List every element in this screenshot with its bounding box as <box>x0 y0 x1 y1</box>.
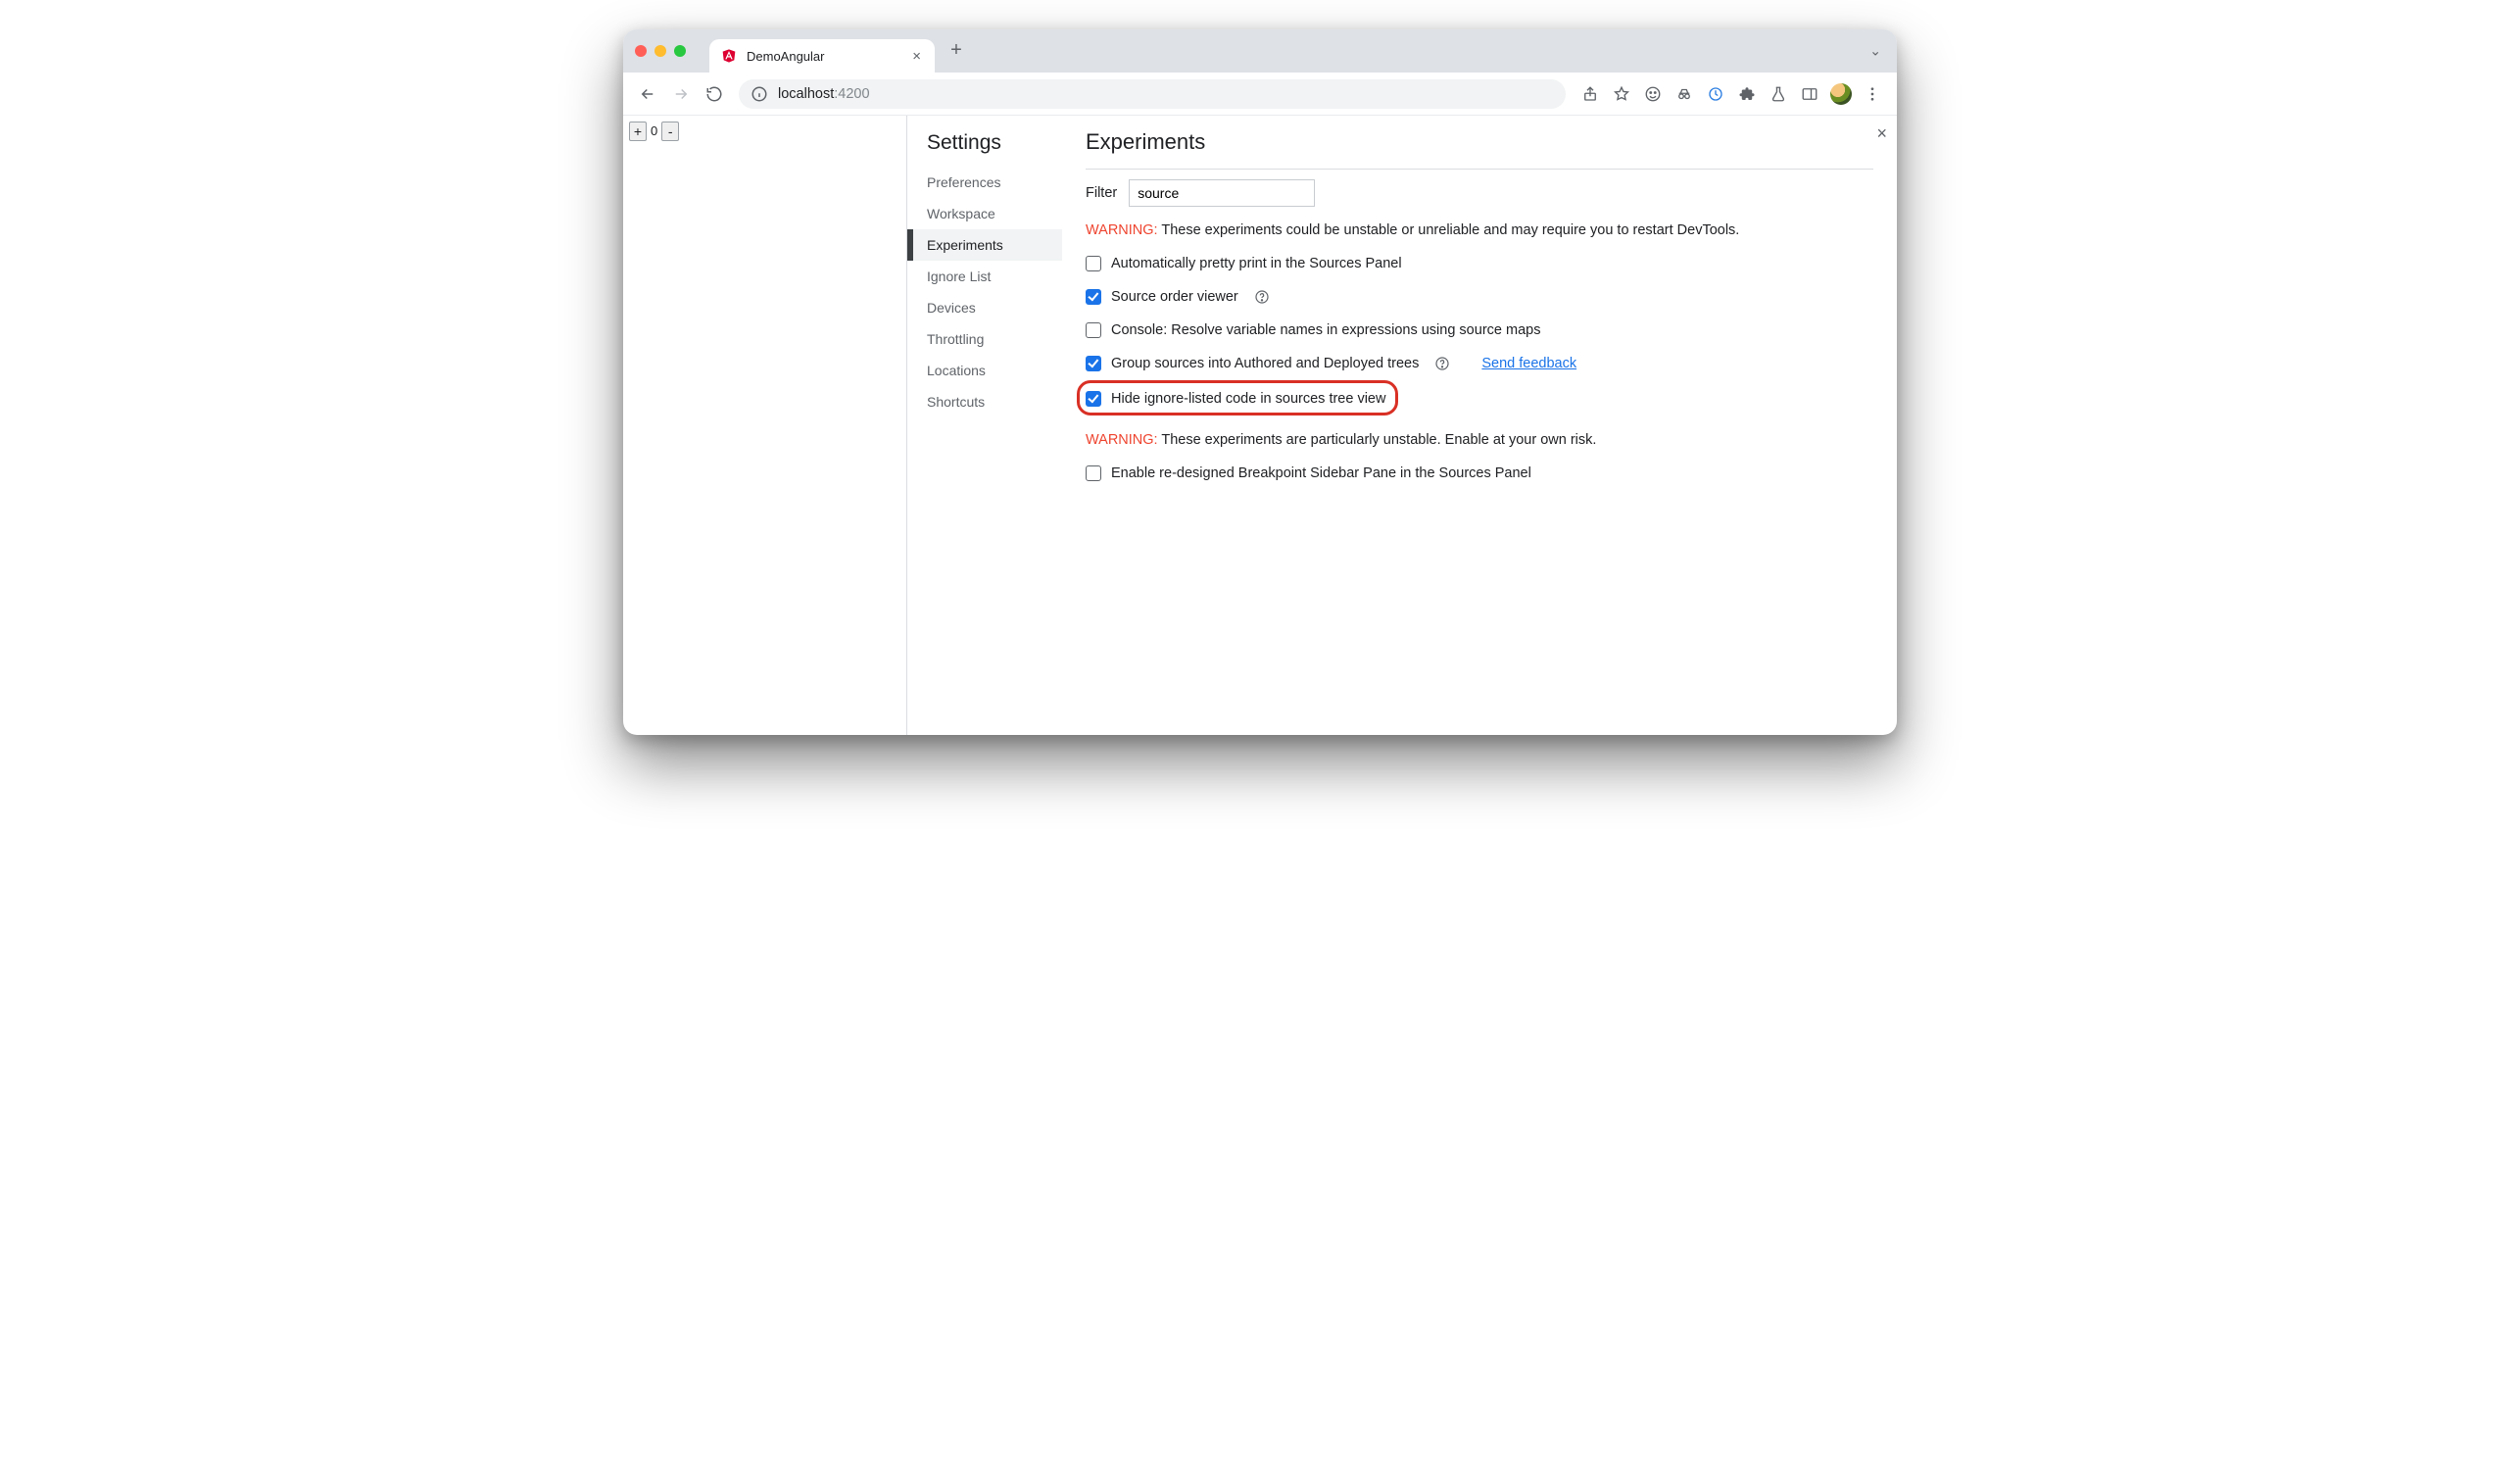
devtools-settings-panel: × Settings PreferencesWorkspaceExperimen… <box>907 116 1897 735</box>
reload-button[interactable] <box>700 79 729 109</box>
experiment-checkbox[interactable] <box>1086 391 1101 407</box>
extensions-puzzle-icon[interactable] <box>1732 79 1762 109</box>
experiment-checkbox[interactable] <box>1086 256 1101 271</box>
increment-button[interactable]: + <box>629 122 647 141</box>
experiment-label: Group sources into Authored and Deployed… <box>1111 356 1419 371</box>
experiment-checkbox[interactable] <box>1086 465 1101 481</box>
new-tab-button[interactable]: + <box>943 36 970 64</box>
address-bar[interactable]: localhost:4200 <box>739 79 1566 109</box>
settings-nav: PreferencesWorkspaceExperimentsIgnore Li… <box>907 167 1062 417</box>
close-window-button[interactable] <box>635 45 647 57</box>
minimize-window-button[interactable] <box>654 45 666 57</box>
experiments-list-unstable: Enable re-designed Breakpoint Sidebar Pa… <box>1086 465 1873 481</box>
angular-icon <box>721 48 737 64</box>
labs-flask-icon[interactable] <box>1764 79 1793 109</box>
experiment-label: Console: Resolve variable names in expre… <box>1111 322 1540 338</box>
side-panel-icon[interactable] <box>1795 79 1824 109</box>
experiment-label: Source order viewer <box>1111 289 1238 305</box>
browser-tab-active[interactable]: DemoAngular × <box>709 39 935 73</box>
experiment-checkbox[interactable] <box>1086 322 1101 338</box>
filter-input[interactable] <box>1129 179 1315 207</box>
settings-nav-item[interactable]: Throttling <box>907 323 1062 355</box>
share-icon[interactable] <box>1575 79 1605 109</box>
warning-prefix: WARNING: <box>1086 432 1158 448</box>
experiments-list: Automatically pretty print in the Source… <box>1086 256 1873 409</box>
settings-nav-item[interactable]: Experiments <box>907 229 1062 261</box>
settings-nav-item[interactable]: Devices <box>907 292 1062 323</box>
settings-nav-item[interactable]: Locations <box>907 355 1062 386</box>
url-text: localhost:4200 <box>778 86 870 102</box>
warning-text: These experiments could be unstable or u… <box>1158 222 1740 238</box>
decrement-button[interactable]: - <box>661 122 679 141</box>
heading-divider <box>1086 169 1873 170</box>
settings-main: Experiments Filter WARNING: These experi… <box>1062 116 1897 735</box>
experiment-row: Console: Resolve variable names in expre… <box>1086 322 1873 338</box>
experiments-heading: Experiments <box>1086 129 1873 155</box>
filter-label: Filter <box>1086 185 1117 201</box>
experiment-row: Automatically pretty print in the Source… <box>1086 256 1873 271</box>
experiment-label: Automatically pretty print in the Source… <box>1111 256 1402 271</box>
settings-sidebar: Settings PreferencesWorkspaceExperiments… <box>907 116 1062 735</box>
warning-secondary: WARNING: These experiments are particula… <box>1086 430 1873 452</box>
toolbar-actions <box>1575 79 1887 109</box>
tab-strip: DemoAngular × + ⌄ <box>623 29 1897 73</box>
settings-nav-item[interactable]: Ignore List <box>907 261 1062 292</box>
page-counter-widget: + 0 - <box>623 116 907 735</box>
viewport: + 0 - × Settings PreferencesWorkspaceExp… <box>623 116 1897 735</box>
incognito-icon[interactable] <box>1670 79 1699 109</box>
experiment-checkbox[interactable] <box>1086 356 1101 371</box>
settings-close-button[interactable]: × <box>1876 123 1887 144</box>
feedback-link[interactable]: Send feedback <box>1481 356 1576 371</box>
extension-face-icon[interactable] <box>1638 79 1668 109</box>
browser-toolbar: localhost:4200 <box>623 73 1897 116</box>
settings-title: Settings <box>927 131 1062 155</box>
bookmark-star-icon[interactable] <box>1607 79 1636 109</box>
settings-nav-item[interactable]: Preferences <box>907 167 1062 198</box>
settings-nav-item[interactable]: Workspace <box>907 198 1062 229</box>
chrome-menu-icon[interactable] <box>1858 79 1887 109</box>
counter-value: 0 <box>649 122 659 141</box>
warning-prefix: WARNING: <box>1086 222 1158 238</box>
experiment-row: Source order viewer <box>1086 289 1873 305</box>
browser-window: DemoAngular × + ⌄ localhost:4200 <box>623 29 1897 735</box>
site-info-icon[interactable] <box>751 85 768 103</box>
settings-nav-item[interactable]: Shortcuts <box>907 386 1062 417</box>
tab-list-button[interactable]: ⌄ <box>1869 43 1881 60</box>
lighthouse-icon[interactable] <box>1701 79 1730 109</box>
profile-avatar[interactable] <box>1826 79 1856 109</box>
experiment-checkbox[interactable] <box>1086 289 1101 305</box>
experiment-label: Hide ignore-listed code in sources tree … <box>1111 391 1385 407</box>
help-icon[interactable] <box>1254 289 1270 305</box>
maximize-window-button[interactable] <box>674 45 686 57</box>
warning-text: These experiments are particularly unsta… <box>1158 432 1597 448</box>
window-controls <box>635 29 709 73</box>
tab-title: DemoAngular <box>747 49 902 64</box>
experiment-row: Group sources into Authored and Deployed… <box>1086 356 1873 371</box>
help-icon[interactable] <box>1434 356 1450 371</box>
experiment-row: Enable re-designed Breakpoint Sidebar Pa… <box>1086 465 1873 481</box>
forward-button[interactable] <box>666 79 696 109</box>
experiment-row: Hide ignore-listed code in sources tree … <box>1086 389 1873 409</box>
close-tab-button[interactable]: × <box>912 49 921 64</box>
back-button[interactable] <box>633 79 662 109</box>
experiment-label: Enable re-designed Breakpoint Sidebar Pa… <box>1111 465 1531 481</box>
filter-row: Filter <box>1086 179 1873 207</box>
warning-primary: WARNING: These experiments could be unst… <box>1086 220 1873 242</box>
avatar-image <box>1830 83 1852 105</box>
